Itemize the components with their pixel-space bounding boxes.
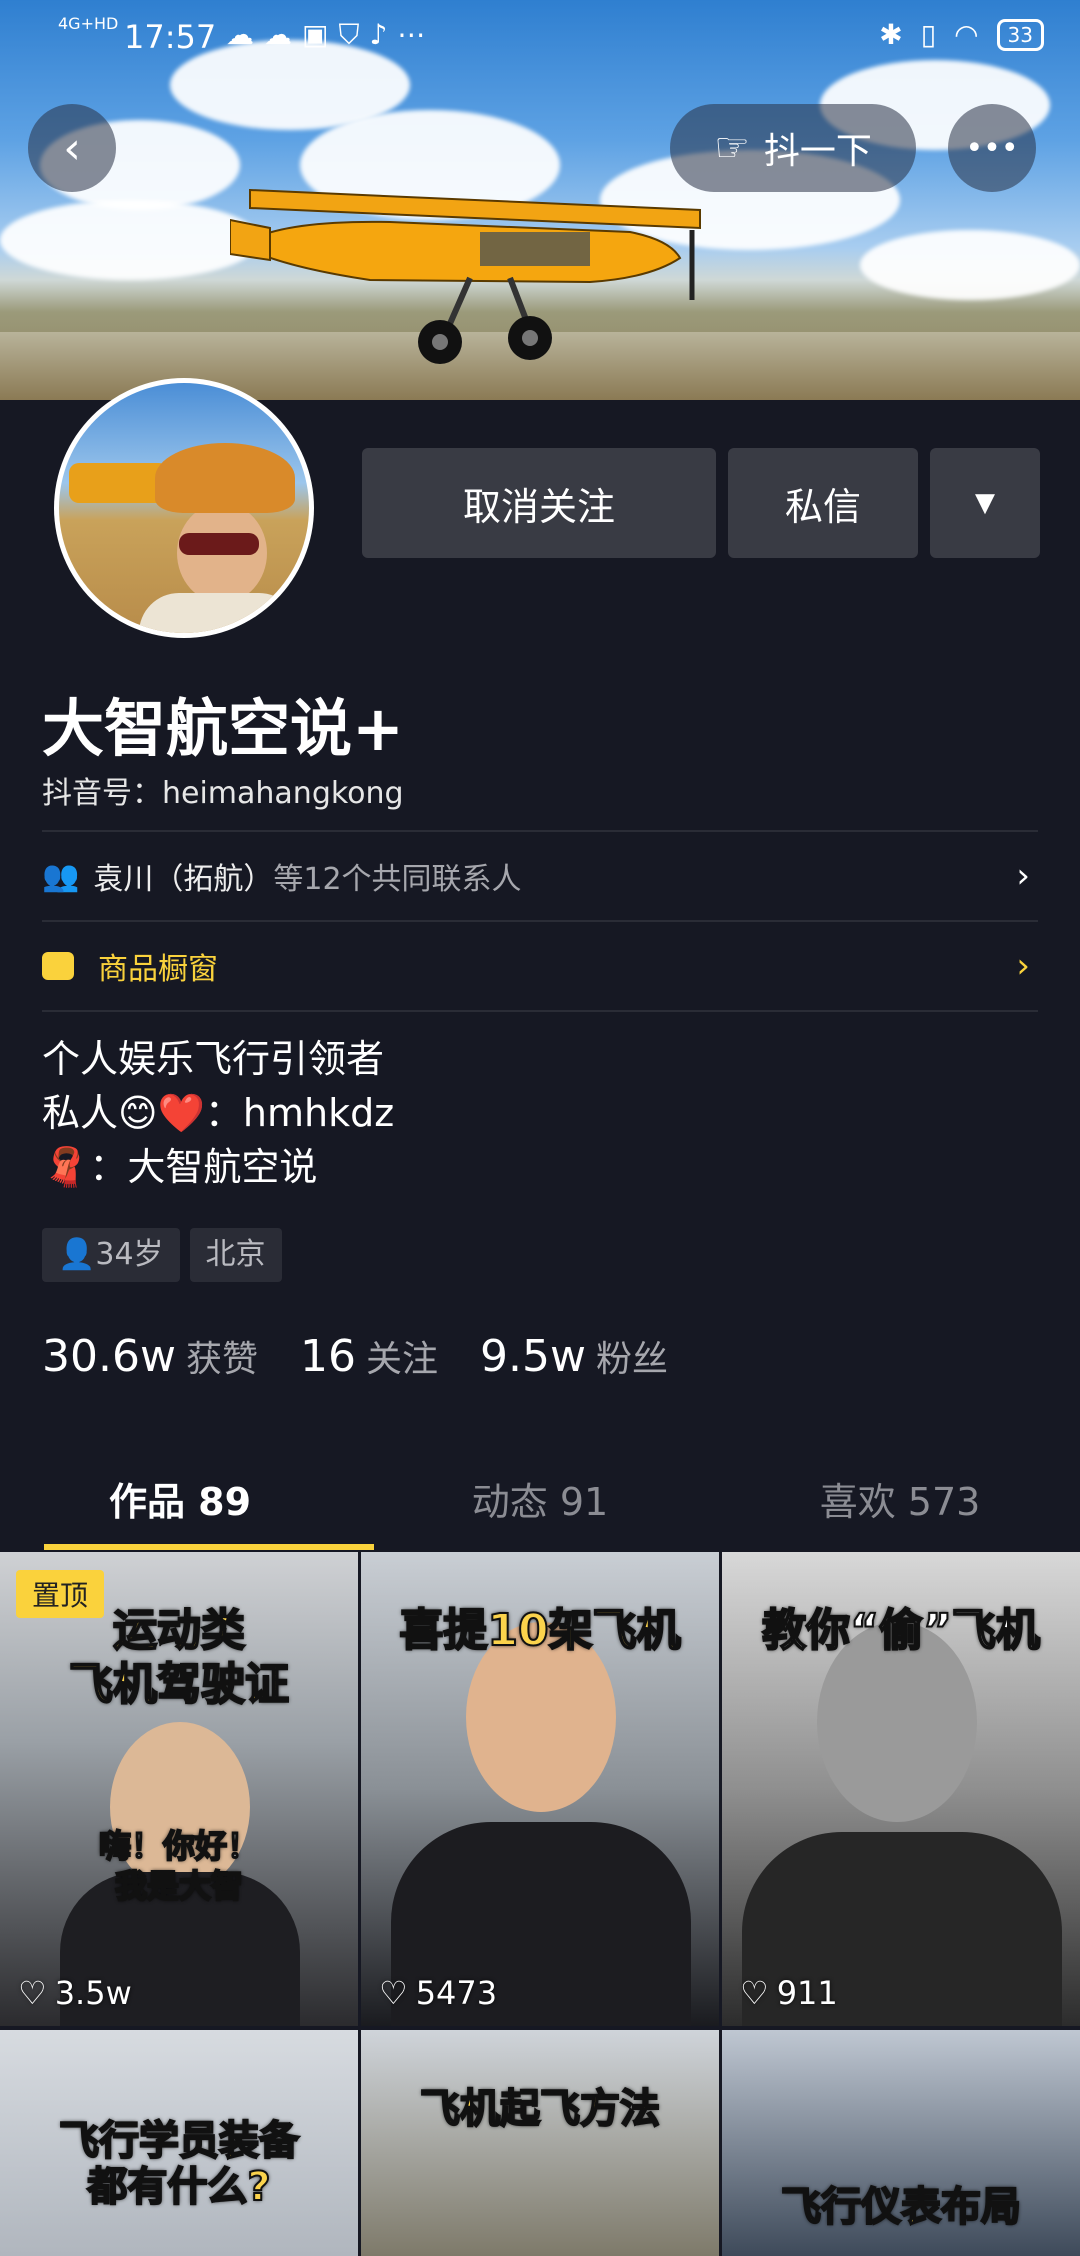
back-button[interactable]: ‹	[28, 104, 116, 192]
people-icon: 👥	[42, 858, 80, 894]
bio-line: 私人😊❤️：hmhkdz	[42, 1091, 395, 1135]
video-likes: ♡ 3.5w	[18, 1974, 132, 2012]
video-thumbnail[interactable]: 喜提10架飞机 ♡ 5473	[361, 1552, 719, 2026]
video-title: 飞机起飞方法	[419, 2085, 661, 2133]
more-options-dropdown[interactable]: ▼	[930, 448, 1040, 558]
network-indicator: 4G+HD	[58, 14, 119, 33]
message-button[interactable]: 私信	[728, 448, 918, 558]
mutual-contacts-row[interactable]: 👥 袁川（拓航） 等12个共同联系人 ›	[42, 832, 1038, 920]
video-thumbnail[interactable]: 教你“偷”飞机 ♡ 911	[722, 1552, 1080, 2026]
dropdown-icon: ▼	[975, 488, 995, 518]
airplane-image	[230, 188, 701, 364]
avatar[interactable]	[54, 378, 314, 638]
more-button[interactable]: •••	[948, 104, 1036, 192]
bio: 个人娱乐飞行引领者 私人😊❤️：hmhkdz 🧣：大智航空说	[42, 1032, 394, 1194]
shop-icon	[42, 952, 74, 980]
video-thumbnail[interactable]: 飞机起飞方法	[361, 2030, 719, 2256]
profile-tags: 👤34岁 北京	[42, 1228, 282, 1282]
person-icon: 👤	[58, 1237, 96, 1272]
followers-label[interactable]: 粉丝	[596, 1330, 668, 1382]
heart-icon: ♡	[740, 1974, 769, 2012]
more-icon: •••	[965, 130, 1019, 166]
pointing-hand-icon: ☞	[714, 125, 750, 171]
video-likes: ♡ 5473	[379, 1974, 498, 2012]
unfollow-label: 取消关注	[462, 484, 615, 529]
shop-window-row[interactable]: 商品橱窗 ›	[42, 922, 1038, 1010]
contacts-name: 袁川（拓航）	[93, 862, 274, 897]
vibrate-icon: ▯	[920, 18, 937, 51]
profile-stats: 30.6w 获赞 16 关注 9.5w 粉丝	[42, 1330, 710, 1382]
shop-label: 商品橱窗	[98, 952, 218, 987]
shake-button[interactable]: ☞ 抖一下	[670, 104, 916, 192]
age-tag: 👤34岁	[42, 1228, 180, 1282]
tab-works[interactable]: 作品 89	[0, 1448, 360, 1548]
video-title: 运动类 飞机驾驶证	[68, 1604, 290, 1711]
status-bar: 4G+HD 17:57 ☁☁▣⛉♪⋯ ✱ ▯ ◠ 33	[0, 0, 1080, 72]
battery-indicator: 33	[996, 18, 1044, 51]
message-label: 私信	[784, 484, 861, 529]
video-overlay-text: 嗨！你好！ 我是大智	[98, 1826, 260, 1906]
video-title: 教你“偷”飞机	[761, 1604, 1041, 1657]
video-title: 喜提10架飞机	[398, 1604, 681, 1657]
profile-name: 大智航空说+	[42, 692, 404, 765]
chevron-right-icon: ›	[1016, 946, 1030, 986]
video-grid: 置顶 运动类 飞机驾驶证 嗨！你好！ 我是大智 ♡ 3.5w 喜提10架飞机 ♡ 5…	[0, 1552, 1080, 2256]
status-time: 17:57	[124, 18, 217, 56]
video-thumbnail[interactable]: 飞行仪表布局	[722, 2030, 1080, 2256]
active-tab-indicator	[44, 1544, 374, 1550]
bio-line: 个人娱乐飞行引领者	[42, 1037, 385, 1081]
douyin-id: 抖音号：heimahangkong	[42, 776, 404, 811]
bio-line: 🧣：大智航空说	[42, 1145, 318, 1189]
profile-tabs: 作品 89 动态 91 喜欢 573	[0, 1448, 1080, 1548]
back-icon: ‹	[63, 122, 81, 174]
video-title: 飞行学员装备 都有什么?	[58, 2117, 300, 2211]
shake-label: 抖一下	[763, 131, 872, 172]
following-label[interactable]: 关注	[366, 1330, 438, 1382]
system-icons: ✱ ▯ ◠ 33	[879, 18, 1044, 51]
video-thumbnail[interactable]: 飞行学员装备 都有什么?	[0, 2030, 358, 2256]
tab-dynamics[interactable]: 动态 91	[360, 1448, 720, 1548]
likes-count: 30.6w	[42, 1331, 176, 1382]
bluetooth-icon: ✱	[879, 18, 903, 51]
video-title: 飞行仪表布局	[780, 2183, 1022, 2231]
following-count[interactable]: 16	[300, 1331, 356, 1382]
unfollow-button[interactable]: 取消关注	[362, 448, 716, 558]
tab-likes[interactable]: 喜欢 573	[720, 1448, 1080, 1548]
heart-icon: ♡	[379, 1974, 408, 2012]
followers-count[interactable]: 9.5w	[480, 1331, 586, 1382]
video-likes: ♡ 911	[740, 1974, 838, 2012]
notification-icons: ☁☁▣⛉♪⋯	[226, 18, 436, 51]
heart-icon: ♡	[18, 1974, 47, 2012]
likes-label: 获赞	[185, 1339, 258, 1380]
wifi-icon: ◠	[954, 18, 979, 51]
contacts-suffix: 等12个共同联系人	[273, 862, 522, 897]
chevron-right-icon: ›	[1016, 856, 1030, 896]
video-thumbnail[interactable]: 置顶 运动类 飞机驾驶证 嗨！你好！ 我是大智 ♡ 3.5w	[0, 1552, 358, 2026]
location-tag: 北京	[189, 1228, 282, 1282]
